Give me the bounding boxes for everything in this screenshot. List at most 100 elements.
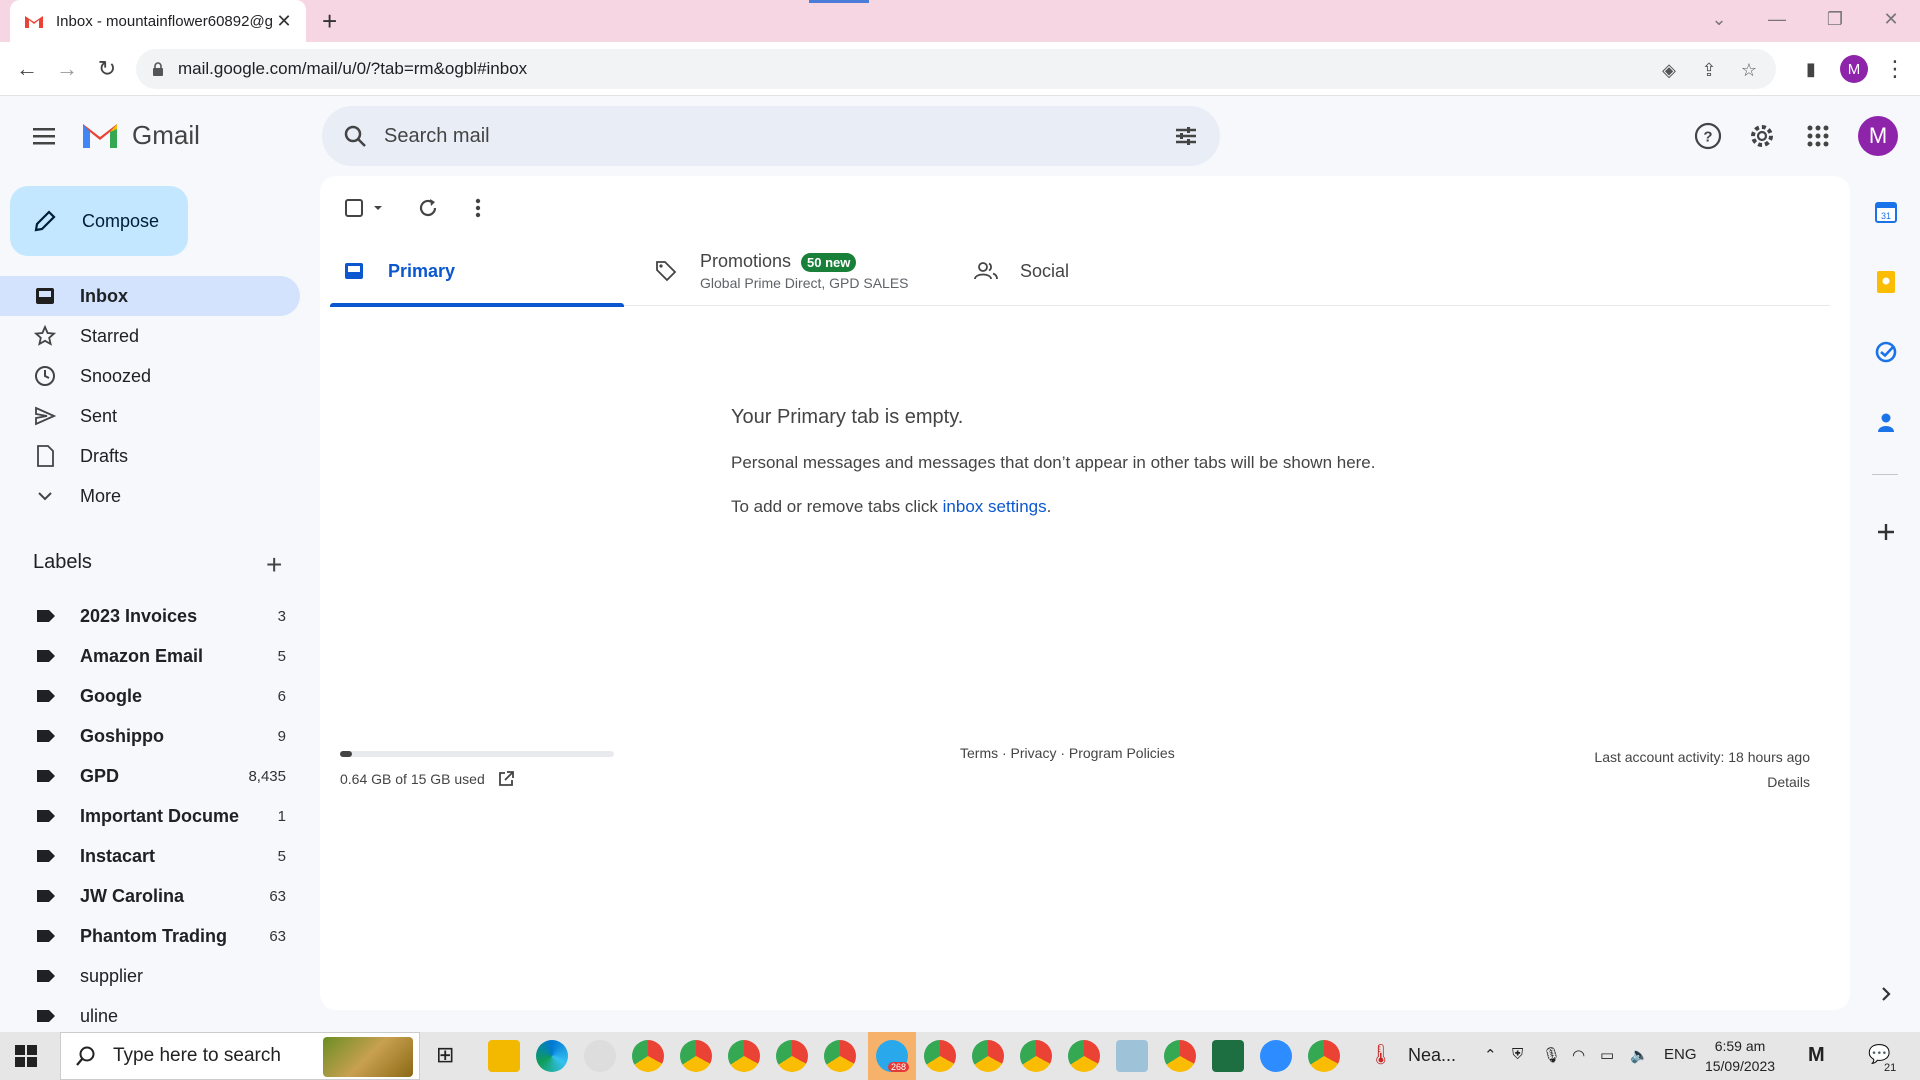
battery-icon[interactable]: ▭ xyxy=(1600,1046,1614,1064)
bookmark-star-icon[interactable]: ☆ xyxy=(1736,57,1762,83)
search-options-icon[interactable] xyxy=(1172,122,1200,150)
wifi-icon[interactable]: ◠ xyxy=(1572,1046,1585,1064)
search-icon[interactable] xyxy=(342,123,368,149)
chrome-profile-5-icon[interactable] xyxy=(824,1040,856,1072)
zoom-icon[interactable] xyxy=(1260,1040,1292,1072)
back-button[interactable]: ← xyxy=(12,54,42,84)
footer-links[interactable]: Terms · Privacy · Program Policies xyxy=(960,745,1175,761)
chrome-profile-l-icon[interactable] xyxy=(1020,1040,1052,1072)
expand-side-panel-icon[interactable] xyxy=(1872,980,1900,1008)
details-link[interactable]: Details xyxy=(1594,770,1810,795)
label-item[interactable]: uline xyxy=(0,996,300,1036)
windows-start-icon[interactable] xyxy=(14,1044,38,1068)
chrome-profile-d-icon[interactable] xyxy=(632,1040,664,1072)
excel-icon[interactable] xyxy=(1212,1040,1244,1072)
tab-social[interactable]: Social xyxy=(974,236,1234,306)
close-tab-icon[interactable]: ✕ xyxy=(274,11,294,32)
file-explorer-icon[interactable] xyxy=(488,1040,520,1072)
label-item[interactable]: JW Carolina 63 xyxy=(0,876,300,916)
tasks-icon[interactable] xyxy=(1872,338,1900,366)
nav-item-inbox[interactable]: Inbox xyxy=(0,276,300,316)
browser-profile-avatar[interactable]: M xyxy=(1840,55,1868,83)
volume-icon[interactable]: 🔈 xyxy=(1630,1046,1649,1064)
calendar-icon[interactable]: 31 xyxy=(1872,198,1900,226)
contacts-icon[interactable] xyxy=(1872,408,1900,436)
select-all-checkbox[interactable] xyxy=(340,192,390,224)
label-item[interactable]: Goshippo 9 xyxy=(0,716,300,756)
label-name: Google xyxy=(80,685,142,706)
nav-item-starred[interactable]: Starred xyxy=(0,316,300,356)
help-icon[interactable]: ? xyxy=(1692,120,1724,152)
telegram-unread-badge: 268 xyxy=(888,1062,910,1072)
taskbar-search[interactable]: Type here to search xyxy=(60,1032,420,1080)
restore-button[interactable]: ❐ xyxy=(1806,0,1864,38)
nav-item-snoozed[interactable]: Snoozed xyxy=(0,356,300,396)
microphone-icon[interactable]: 🎙 xyxy=(1542,1046,1561,1064)
share-icon[interactable]: ⇪ xyxy=(1696,57,1722,83)
new-tab-button[interactable]: + xyxy=(322,6,337,37)
chrome-profile-3-icon[interactable] xyxy=(728,1040,760,1072)
inbox-settings-link[interactable]: inbox settings xyxy=(943,497,1047,516)
tab-promotions[interactable]: Promotions 50 new Global Prime Direct, GP… xyxy=(654,236,954,306)
chrome-profile-m-icon[interactable] xyxy=(924,1040,956,1072)
main-menu-icon[interactable] xyxy=(30,122,58,150)
chrome-profile-d2-icon[interactable] xyxy=(1068,1040,1100,1072)
tray-overflow-icon[interactable]: ⌃ xyxy=(1484,1046,1497,1064)
nav-item-more[interactable]: More xyxy=(0,476,300,516)
url-bar[interactable]: mail.google.com/mail/u/0/?tab=rm&ogbl#in… xyxy=(136,49,1776,89)
gmail-logo-icon[interactable] xyxy=(80,120,120,150)
settings-gear-icon[interactable] xyxy=(1746,120,1778,152)
chrome-profile-b-icon[interactable] xyxy=(1164,1040,1196,1072)
security-icon[interactable]: ⛨ xyxy=(1512,1046,1523,1063)
more-options-icon[interactable] xyxy=(462,192,494,224)
label-item[interactable]: supplier xyxy=(0,956,300,996)
system-clock[interactable]: 6:59 am 15/09/2023 xyxy=(1700,1036,1780,1076)
eye-icon[interactable]: ◈ xyxy=(1656,57,1682,83)
tab-primary[interactable]: Primary xyxy=(330,236,624,307)
app-m-icon[interactable]: M xyxy=(1808,1044,1825,1067)
compose-button[interactable]: Compose xyxy=(10,186,188,256)
notepad-icon[interactable] xyxy=(1116,1040,1148,1072)
label-item[interactable]: Amazon Email 5 xyxy=(0,636,300,676)
account-avatar[interactable]: M xyxy=(1858,116,1898,156)
chrome-profile-a-icon[interactable] xyxy=(972,1040,1004,1072)
forward-button[interactable]: → xyxy=(52,54,82,84)
label-count: 3 xyxy=(277,607,286,625)
tab-title: Inbox - mountainflower60892@g xyxy=(56,12,274,30)
label-item[interactable]: Phantom Trading 63 xyxy=(0,916,300,956)
close-window-button[interactable]: ✕ xyxy=(1862,0,1920,38)
label-item[interactable]: 2023 Invoices 3 xyxy=(0,596,300,636)
browser-tab[interactable]: Inbox - mountainflower60892@g ✕ xyxy=(10,0,306,42)
label-item[interactable]: Instacart 5 xyxy=(0,836,300,876)
weather-text[interactable]: Nea... xyxy=(1408,1045,1456,1066)
language-indicator[interactable]: ENG xyxy=(1664,1046,1697,1063)
nav-item-sent[interactable]: Sent xyxy=(0,396,300,436)
get-addons-plus-icon[interactable] xyxy=(1872,518,1900,546)
apps-grid-icon[interactable] xyxy=(1802,120,1834,152)
tab-search-icon[interactable]: ⌄ xyxy=(1690,0,1748,38)
nav-item-label: Inbox xyxy=(80,285,128,306)
label-item[interactable]: GPD 8,435 xyxy=(0,756,300,796)
minimize-button[interactable]: — xyxy=(1748,0,1806,38)
refresh-icon[interactable] xyxy=(412,192,444,224)
search-bar[interactable]: Search mail xyxy=(322,106,1220,166)
edge-icon[interactable] xyxy=(536,1040,568,1072)
nav-item-label: Drafts xyxy=(80,445,129,466)
chrome-menu-icon[interactable]: ⋮ xyxy=(1880,54,1910,84)
label-item[interactable]: Google 6 xyxy=(0,676,300,716)
chrome-profile-2-icon[interactable] xyxy=(680,1040,712,1072)
search-input[interactable]: Search mail xyxy=(384,125,490,148)
open-external-icon[interactable] xyxy=(497,770,515,788)
chrome-icon[interactable] xyxy=(1308,1040,1340,1072)
reload-button[interactable]: ↻ xyxy=(92,54,122,84)
task-view-icon[interactable]: ⊞ xyxy=(436,1042,454,1068)
keep-icon[interactable] xyxy=(1872,268,1900,296)
nav-item-drafts[interactable]: Drafts xyxy=(0,436,300,476)
side-panel-icon[interactable]: ▮ xyxy=(1796,54,1826,84)
chrome-profile-4-icon[interactable] xyxy=(776,1040,808,1072)
create-label-button[interactable]: + xyxy=(266,549,282,581)
label-tag-icon xyxy=(37,890,55,902)
compose-label: Compose xyxy=(82,210,160,231)
snipping-tool-icon[interactable] xyxy=(584,1040,616,1072)
label-item[interactable]: Important Docume... 1 xyxy=(0,796,300,836)
